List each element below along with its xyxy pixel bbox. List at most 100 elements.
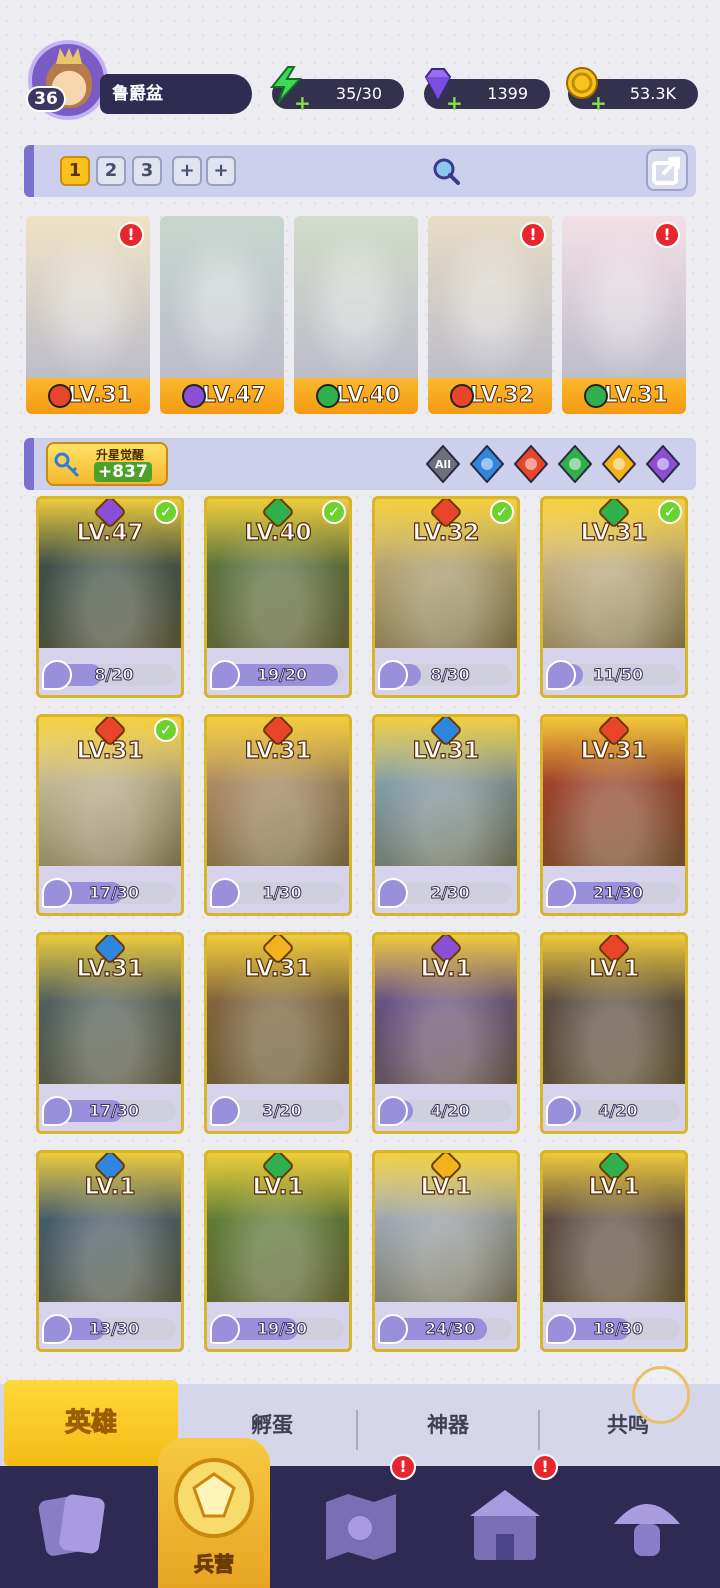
mushroom-icon[interactable] (602, 1480, 692, 1570)
awaken-label: 升星觉醒 (96, 448, 145, 462)
hero-level: LV.31 (76, 955, 144, 982)
team-tab-3[interactable]: 3 (132, 156, 162, 186)
hero-level: LV.1 (588, 1173, 640, 1200)
fire-element-icon (450, 384, 474, 408)
shard-icon (42, 1096, 72, 1126)
nav-barracks-label: 兵营 (194, 1552, 235, 1577)
gem-value: 1399 (487, 84, 528, 103)
hero-level: LV.1 (420, 1173, 472, 1200)
add-team-button[interactable]: + (172, 156, 202, 186)
svg-text:All: All (435, 458, 451, 471)
cards-icon[interactable] (28, 1480, 118, 1570)
shard-icon (210, 660, 240, 690)
add-team-button[interactable]: + (206, 156, 236, 186)
team-hero-card[interactable]: LV.47 (160, 216, 284, 414)
team-tab-1[interactable]: 1 (60, 156, 90, 186)
hero-level: LV.1 (84, 1173, 136, 1200)
coin-value: 53.3K (629, 84, 676, 103)
shard-icon (546, 878, 576, 908)
filter-fire[interactable] (514, 445, 548, 483)
castle-icon[interactable] (460, 1480, 550, 1570)
hero-level: LV.31 (412, 737, 480, 764)
energy-counter[interactable]: + 35/30 (269, 66, 404, 113)
gem-counter[interactable]: + 1399 (424, 68, 550, 113)
crown-icon (56, 48, 82, 64)
share-icon (652, 157, 680, 185)
shard-icon (546, 1096, 576, 1126)
hero-card[interactable]: LV.31 21/30 (540, 714, 688, 916)
hero-level: LV.31 (562, 378, 686, 414)
team-hero-card[interactable]: LV.40 (294, 216, 418, 414)
hero-level: LV.31 (26, 378, 150, 414)
hero-card[interactable]: LV.31 17/30 (36, 932, 184, 1134)
hero-card[interactable]: ✓ LV.32 8/30 (372, 496, 520, 698)
hero-card[interactable]: ✓ LV.47 8/20 (36, 496, 184, 698)
shard-icon (42, 878, 72, 908)
awaken-button[interactable]: 升星觉醒 +837 (46, 442, 168, 486)
alert-badge: ! (654, 222, 680, 248)
hero-level: LV.31 (244, 955, 312, 982)
hero-card[interactable]: LV.1 4/20 (372, 932, 520, 1134)
tab-heroes[interactable]: 英雄 (4, 1380, 178, 1466)
team-hero-card[interactable]: LV.32! (428, 216, 552, 414)
hero-level: LV.32 (428, 378, 552, 414)
hero-portrait (294, 216, 418, 378)
dark-element-icon (182, 384, 206, 408)
map-icon[interactable] (316, 1480, 406, 1570)
hero-portrait (160, 216, 284, 378)
hero-card[interactable]: LV.1 4/20 (540, 932, 688, 1134)
divider (356, 1410, 358, 1450)
shard-icon (210, 1096, 240, 1126)
filter-all[interactable]: All (426, 445, 460, 483)
team-hero-card[interactable]: LV.31! (562, 216, 686, 414)
hero-card[interactable]: LV.1 18/30 (540, 1150, 688, 1352)
barracks-icon (174, 1458, 254, 1538)
shard-icon (378, 1096, 408, 1126)
zoom-icon[interactable] (430, 155, 462, 187)
nature-element-icon (316, 384, 340, 408)
alert-badge: ! (390, 1454, 416, 1480)
filter-bar: 升星觉醒 +837 All (24, 438, 696, 490)
player-level-badge: 36 (26, 86, 66, 112)
plus-icon[interactable]: + (446, 93, 463, 113)
plus-icon[interactable]: + (294, 93, 311, 113)
hero-card[interactable]: LV.1 19/30 (204, 1150, 352, 1352)
hero-level: LV.31 (580, 519, 648, 546)
key-icon (54, 452, 80, 478)
hero-level: LV.31 (244, 737, 312, 764)
alert-badge: ! (520, 222, 546, 248)
hero-card[interactable]: ✓ LV.40 19/20 (204, 496, 352, 698)
coin-counter[interactable]: + 53.3K (566, 67, 698, 113)
shard-icon (546, 660, 576, 690)
hero-card[interactable]: LV.31 3/20 (204, 932, 352, 1134)
team-hero-card[interactable]: LV.31! (26, 216, 150, 414)
hero-level: LV.1 (588, 955, 640, 982)
shard-icon (42, 1314, 72, 1344)
hero-level: LV.31 (580, 737, 648, 764)
shard-icon (210, 1314, 240, 1344)
nature-element-icon (584, 384, 608, 408)
filter-water[interactable] (470, 445, 504, 483)
hero-card[interactable]: LV.31 1/30 (204, 714, 352, 916)
fire-element-icon (48, 384, 72, 408)
filter-dark[interactable] (646, 445, 680, 483)
hero-level: LV.40 (294, 378, 418, 414)
hero-card[interactable]: LV.31 2/30 (372, 714, 520, 916)
energy-value: 35/30 (335, 84, 382, 103)
hero-card[interactable]: LV.1 13/30 (36, 1150, 184, 1352)
hero-card[interactable]: ✓ LV.31 17/30 (36, 714, 184, 916)
hero-level: LV.32 (412, 519, 480, 546)
filter-nature[interactable] (558, 445, 592, 483)
shard-icon (42, 660, 72, 690)
tab-artifact[interactable]: 神器 (360, 1384, 536, 1466)
alert-badge: ! (118, 222, 144, 248)
shard-icon (210, 878, 240, 908)
share-button[interactable] (646, 149, 688, 191)
player-name[interactable]: 鲁爵盆 (100, 74, 252, 114)
hero-card[interactable]: ✓ LV.31 11/50 (540, 496, 688, 698)
plus-icon[interactable]: + (590, 93, 607, 113)
floating-menu-button[interactable] (632, 1366, 690, 1424)
team-tab-2[interactable]: 2 (96, 156, 126, 186)
hero-card[interactable]: LV.1 24/30 (372, 1150, 520, 1352)
filter-light[interactable] (602, 445, 636, 483)
